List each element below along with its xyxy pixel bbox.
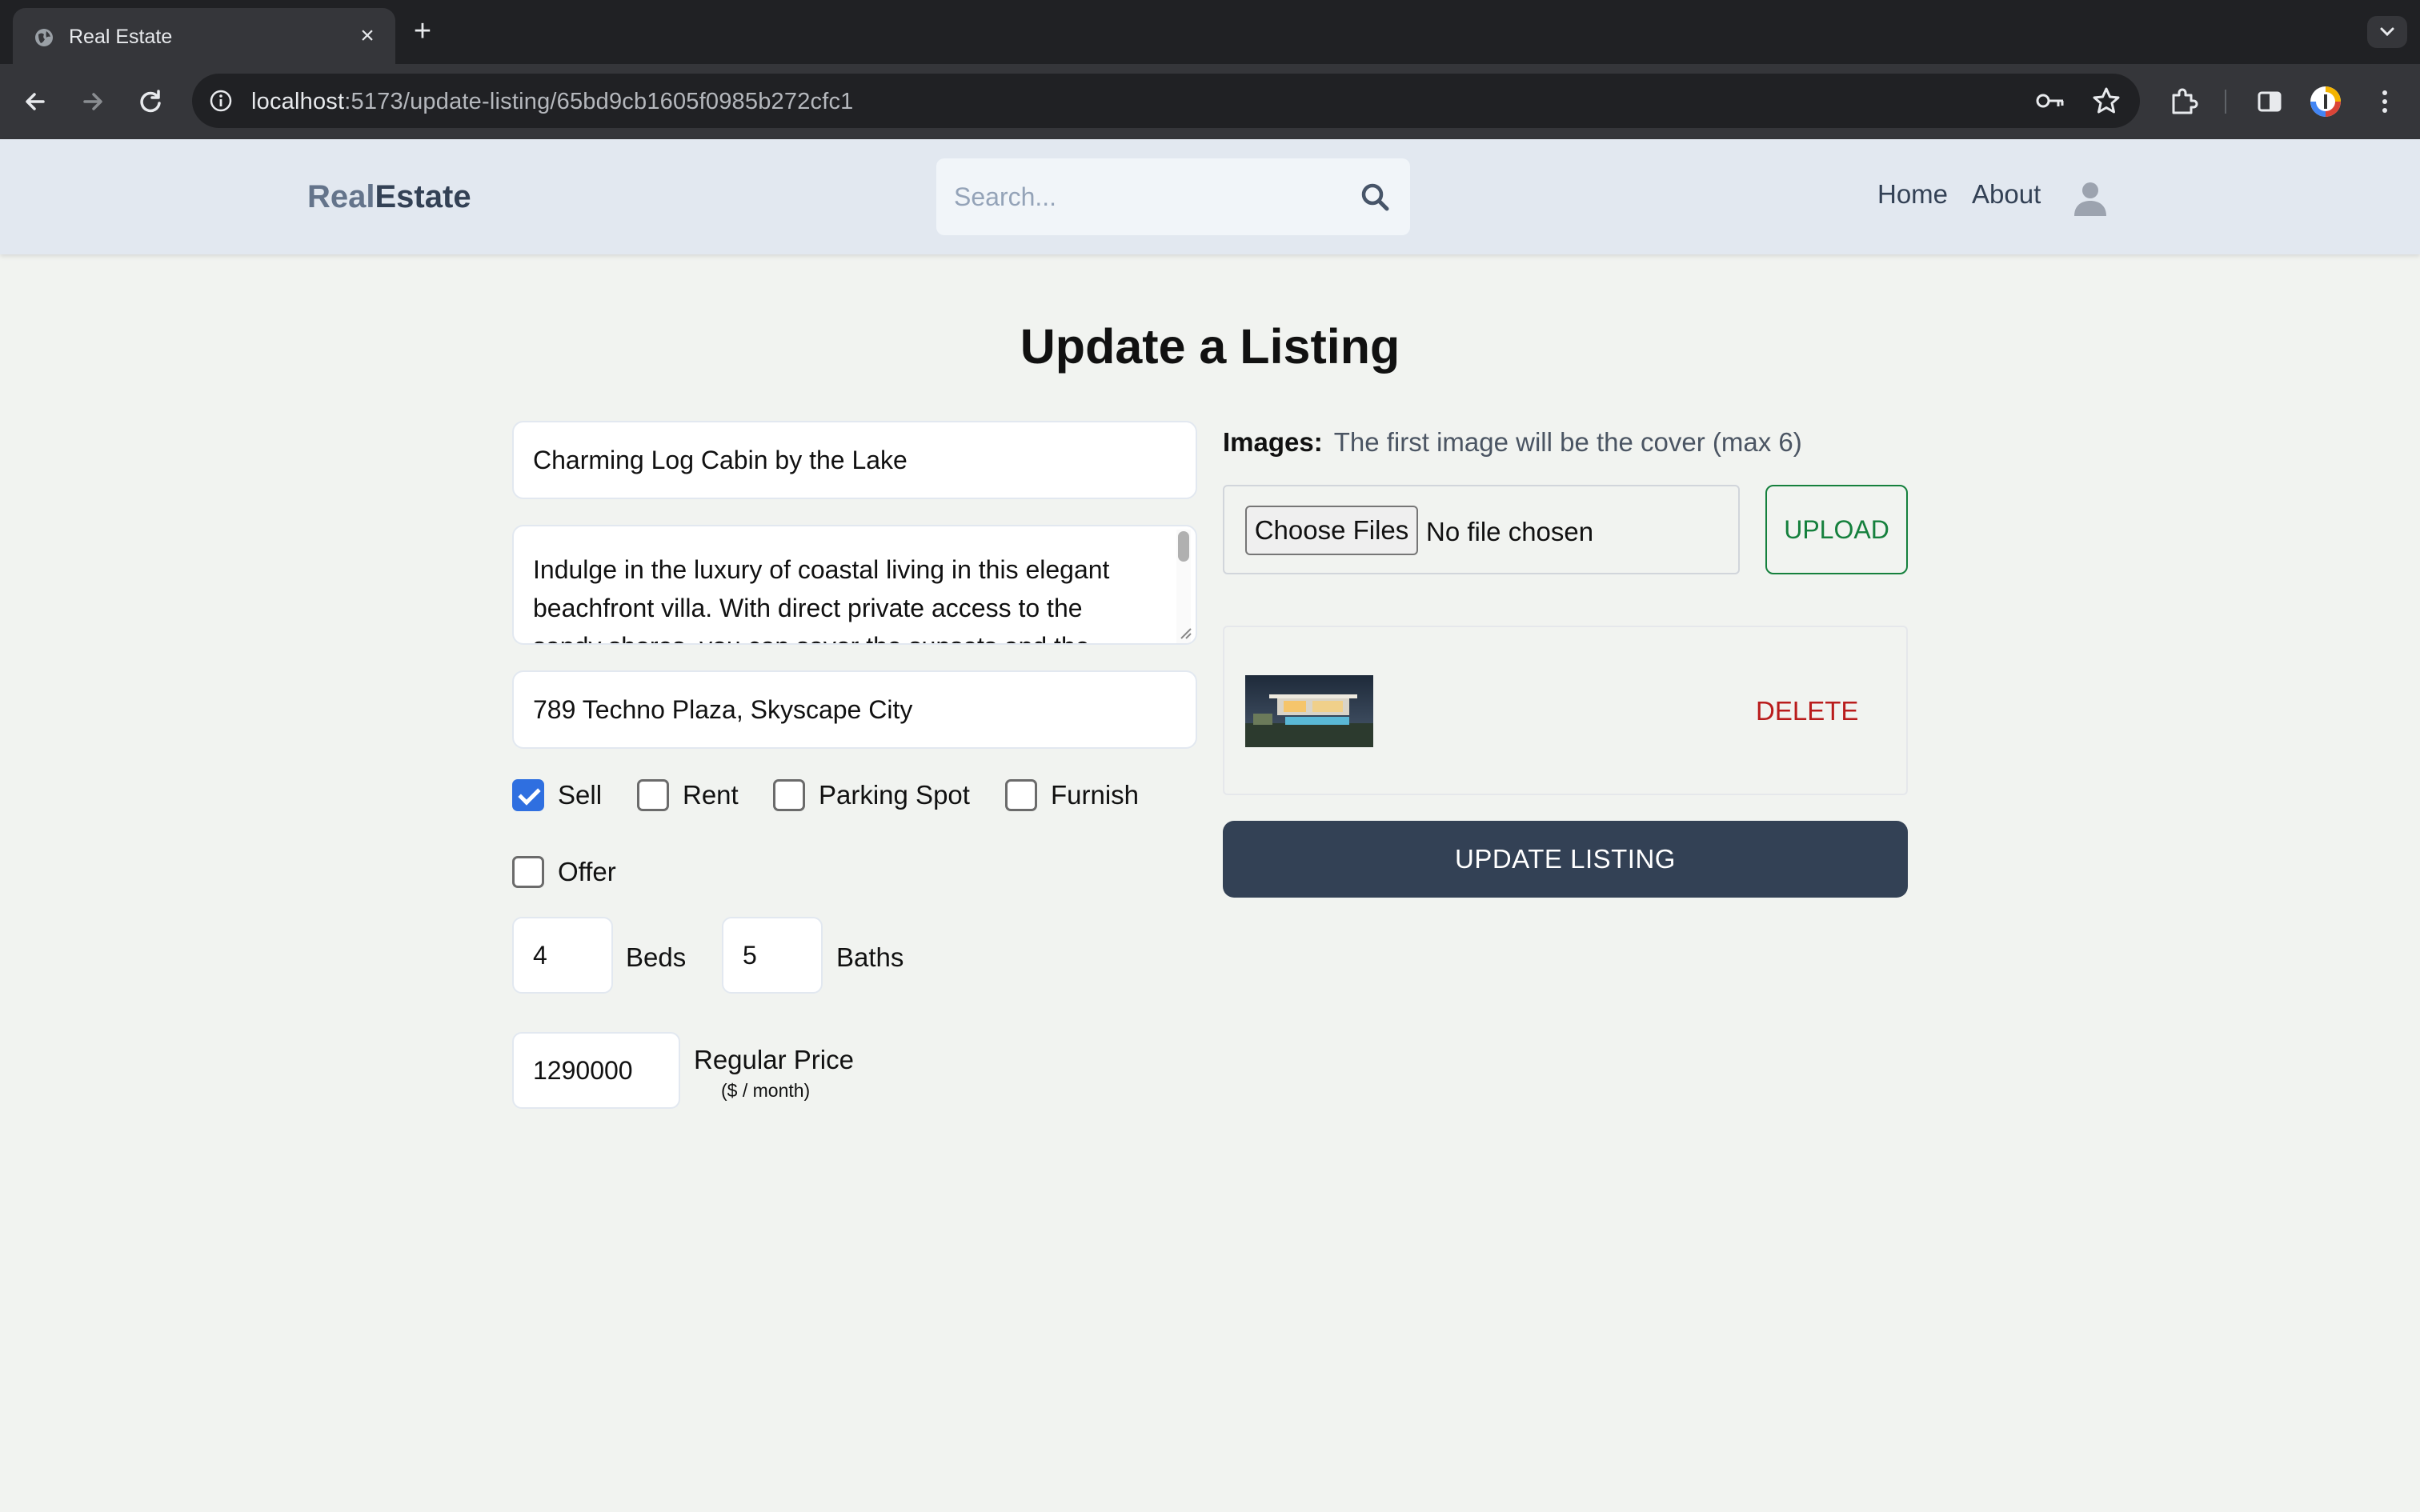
tab-search-button[interactable] bbox=[2367, 16, 2407, 48]
forward-icon[interactable] bbox=[77, 86, 109, 118]
offer-label: Offer bbox=[558, 857, 616, 886]
description-text: Indulge in the luxury of coastal living … bbox=[533, 555, 1110, 643]
chevron-down-icon bbox=[2380, 27, 2394, 37]
baths-label: Baths bbox=[836, 942, 904, 972]
search-icon[interactable] bbox=[1359, 181, 1391, 213]
side-panel-icon[interactable] bbox=[2254, 86, 2286, 118]
images-label: Images: bbox=[1223, 427, 1323, 457]
logo-part-real: Real bbox=[307, 179, 375, 214]
site-header: RealEstate Home About bbox=[0, 139, 2420, 254]
file-input[interactable]: Choose Files No file chosen bbox=[1223, 485, 1740, 574]
close-icon[interactable]: × bbox=[354, 22, 381, 50]
option-offer[interactable]: Offer bbox=[512, 856, 616, 888]
star-icon[interactable] bbox=[2090, 85, 2122, 117]
rent-checkbox[interactable] bbox=[637, 779, 669, 811]
key-icon[interactable] bbox=[2034, 86, 2066, 115]
logo-part-estate: Estate bbox=[375, 179, 471, 214]
site-info-icon[interactable] bbox=[208, 88, 234, 114]
file-status-text: No file chosen bbox=[1426, 517, 1594, 546]
page-title: Update a Listing bbox=[1020, 319, 1400, 374]
more-menu-icon[interactable] bbox=[2369, 86, 2401, 118]
listing-name-input[interactable] bbox=[512, 421, 1197, 499]
browser-tab[interactable]: Real Estate × bbox=[13, 8, 395, 64]
url-text: localhost:5173/update-listing/65bd9cb160… bbox=[251, 89, 854, 115]
offer-checkbox[interactable] bbox=[512, 856, 544, 888]
url-path: :5173/update-listing/65bd9cb1605f0985b27… bbox=[344, 89, 854, 114]
beds-input[interactable]: 4 bbox=[512, 917, 613, 994]
resize-grip-icon[interactable] bbox=[1176, 624, 1192, 640]
update-listing-button[interactable]: UPDATE LISTING bbox=[1223, 821, 1908, 898]
sell-label: Sell bbox=[558, 780, 603, 810]
regular-price-input[interactable]: 1290000 bbox=[512, 1032, 680, 1109]
image-preview-card: DELETE bbox=[1223, 626, 1908, 795]
beds-label: Beds bbox=[626, 942, 687, 972]
search-input[interactable] bbox=[954, 178, 1338, 216]
new-tab-icon[interactable]: + bbox=[408, 16, 437, 46]
globe-icon bbox=[35, 29, 53, 46]
option-rent[interactable]: Rent bbox=[637, 779, 739, 811]
option-furnish[interactable]: Furnish bbox=[1005, 779, 1139, 811]
search-form bbox=[936, 158, 1410, 235]
textarea-scroll-thumb[interactable] bbox=[1178, 531, 1189, 562]
option-sell[interactable]: Sell bbox=[512, 779, 602, 811]
upload-button[interactable]: UPLOAD bbox=[1765, 485, 1908, 574]
nav-about-link[interactable]: About bbox=[1972, 179, 2041, 210]
profile-avatar-icon[interactable] bbox=[2310, 86, 2342, 118]
images-hint: The first image will be the cover (max 6… bbox=[1333, 427, 1802, 457]
sell-checkbox[interactable] bbox=[512, 779, 544, 811]
rent-label: Rent bbox=[683, 780, 739, 810]
toolbar-divider bbox=[2225, 90, 2226, 114]
price-unit-label: ($ / month) bbox=[721, 1080, 811, 1101]
address-bar[interactable]: localhost:5173/update-listing/65bd9cb160… bbox=[192, 74, 2140, 128]
parking-spot-checkbox[interactable] bbox=[773, 779, 805, 811]
delete-image-button[interactable]: DELETE bbox=[1756, 696, 1858, 726]
images-heading: Images: The first image will be the cover… bbox=[1223, 427, 1802, 458]
regular-price-label: Regular Price bbox=[694, 1045, 854, 1074]
extensions-icon[interactable] bbox=[2167, 86, 2199, 118]
nav-home-link[interactable]: Home bbox=[1877, 179, 1948, 210]
url-host: localhost bbox=[251, 89, 345, 114]
back-icon[interactable] bbox=[19, 86, 51, 118]
reload-icon[interactable] bbox=[134, 86, 166, 118]
browser-toolbar: localhost:5173/update-listing/65bd9cb160… bbox=[0, 64, 2420, 139]
address-input[interactable] bbox=[512, 670, 1197, 749]
site-logo[interactable]: RealEstate bbox=[307, 179, 471, 215]
tab-title: Real Estate bbox=[69, 26, 173, 48]
baths-input[interactable]: 5 bbox=[722, 917, 823, 994]
furnish-checkbox[interactable] bbox=[1005, 779, 1037, 811]
user-avatar-icon[interactable] bbox=[2071, 179, 2109, 218]
listing-image-thumbnail bbox=[1245, 675, 1373, 747]
choose-files-button[interactable]: Choose Files bbox=[1245, 506, 1418, 555]
furnish-label: Furnish bbox=[1051, 780, 1140, 810]
parking-spot-label: Parking Spot bbox=[819, 780, 970, 810]
option-parking-spot[interactable]: Parking Spot bbox=[773, 779, 970, 811]
description-textarea[interactable]: Indulge in the luxury of coastal living … bbox=[512, 525, 1197, 645]
browser-tabstrip: Real Estate × + bbox=[0, 0, 2420, 64]
